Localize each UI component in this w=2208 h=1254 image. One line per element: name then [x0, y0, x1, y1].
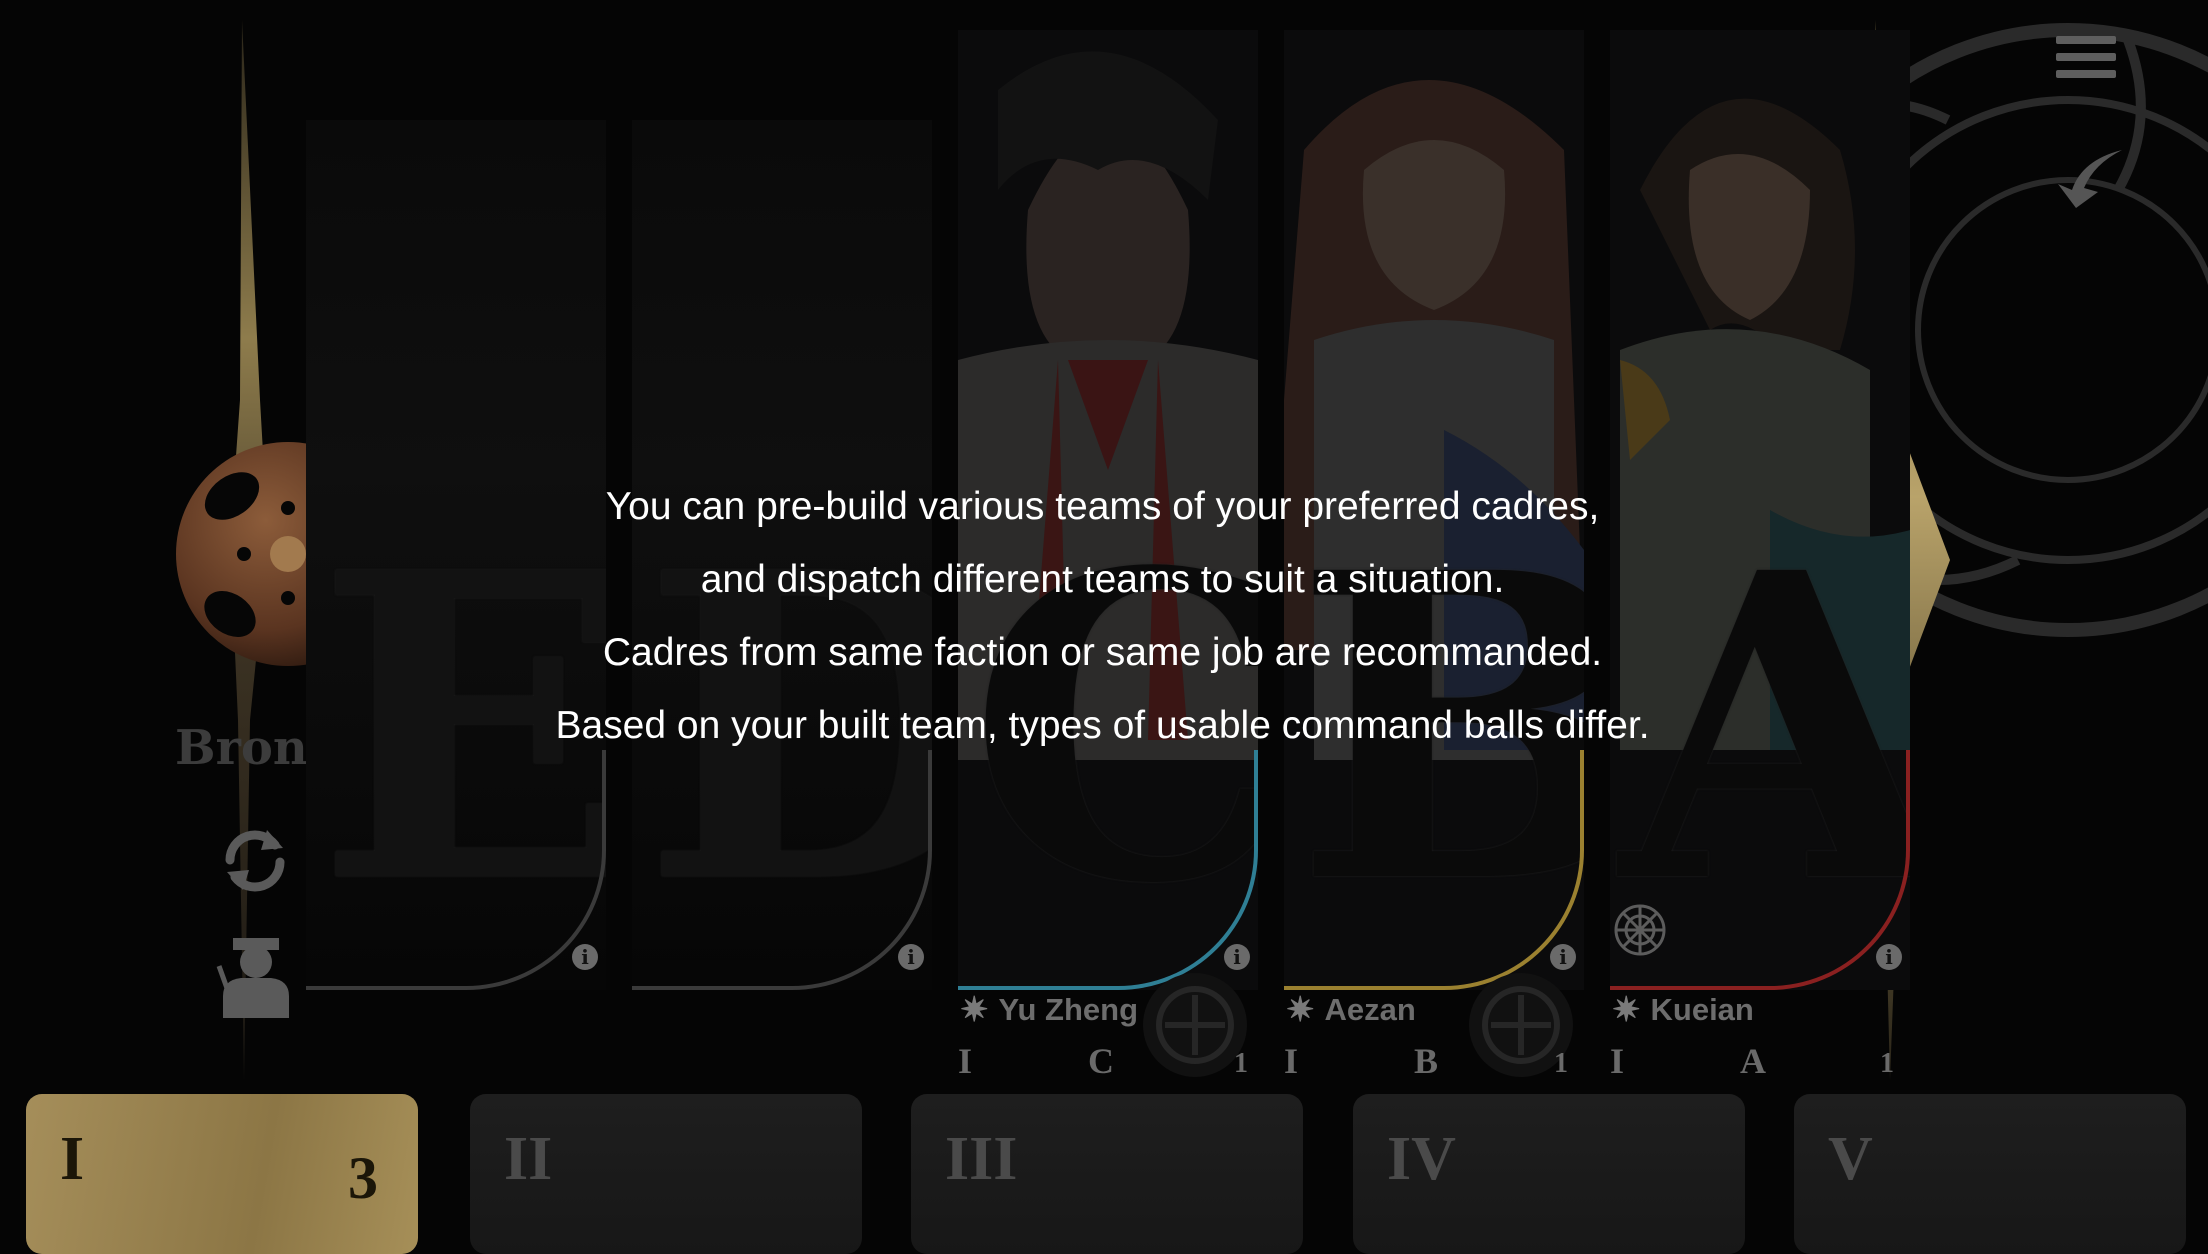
tutorial-line: You can pre-build various teams of your …	[605, 485, 1600, 528]
team-tab-label: I	[60, 1125, 85, 1193]
tutorial-line: and dispatch different teams to suit a s…	[700, 558, 1505, 601]
team-tab-label: V	[1828, 1125, 1873, 1193]
team-tabs: I 3 II III IV V	[0, 1094, 2208, 1254]
level-label: 1	[1234, 1048, 1248, 1079]
character-name-label: Aezan	[1324, 992, 1416, 1027]
team-tab-count: 3	[348, 1145, 378, 1211]
tutorial-overlay-text: You can pre-build various teams of your …	[400, 470, 1805, 762]
back-arrow-icon[interactable]	[2052, 140, 2132, 210]
sun-star-icon: ✷	[960, 991, 989, 1029]
team-tab-4[interactable]: IV	[1353, 1094, 1745, 1254]
sun-star-icon: ✷	[1612, 991, 1641, 1029]
tier-label: I	[1610, 1041, 1625, 1081]
character-name-label: Kueian	[1650, 992, 1754, 1027]
level-label: 1	[1880, 1048, 1894, 1079]
tier-label: I	[958, 1041, 973, 1081]
team-tab-5[interactable]: V	[1794, 1094, 2186, 1254]
team-tab-1[interactable]: I 3	[26, 1094, 418, 1254]
info-icon[interactable]: i	[1550, 944, 1576, 970]
character-name-yu-zheng: ✷ Yu Zheng	[960, 990, 1138, 1030]
tutorial-line: Cadres from same faction or same job are…	[602, 631, 1603, 674]
info-icon[interactable]: i	[898, 944, 924, 970]
character-name-aezan: ✷ Aezan	[1286, 990, 1416, 1030]
swap-arrows-icon[interactable]	[215, 820, 295, 900]
grade-label: C	[1088, 1041, 1114, 1081]
info-icon[interactable]: i	[572, 944, 598, 970]
grade-label: A	[1740, 1041, 1766, 1081]
tier-label: I	[1284, 1041, 1299, 1081]
level-label: 1	[1554, 1048, 1568, 1079]
team-tab-3[interactable]: III	[911, 1094, 1303, 1254]
hamburger-menu-icon[interactable]	[2056, 36, 2116, 94]
manager-avatar-icon[interactable]	[215, 918, 295, 1018]
team-tab-label: II	[504, 1125, 553, 1193]
tutorial-line: Based on your built team, types of usabl…	[555, 704, 1650, 747]
faction-emblem-icon	[1614, 904, 1666, 956]
team-tab-label: III	[945, 1125, 1018, 1193]
character-name-kueian: ✷ Kueian	[1612, 990, 1754, 1030]
info-icon[interactable]: i	[1224, 944, 1250, 970]
team-tab-2[interactable]: II	[470, 1094, 862, 1254]
team-tab-label: IV	[1387, 1125, 1456, 1193]
grade-label: B	[1414, 1041, 1439, 1081]
sun-star-icon: ✷	[1286, 991, 1315, 1029]
character-name-label: Yu Zheng	[998, 992, 1139, 1027]
info-icon[interactable]: i	[1876, 944, 1902, 970]
